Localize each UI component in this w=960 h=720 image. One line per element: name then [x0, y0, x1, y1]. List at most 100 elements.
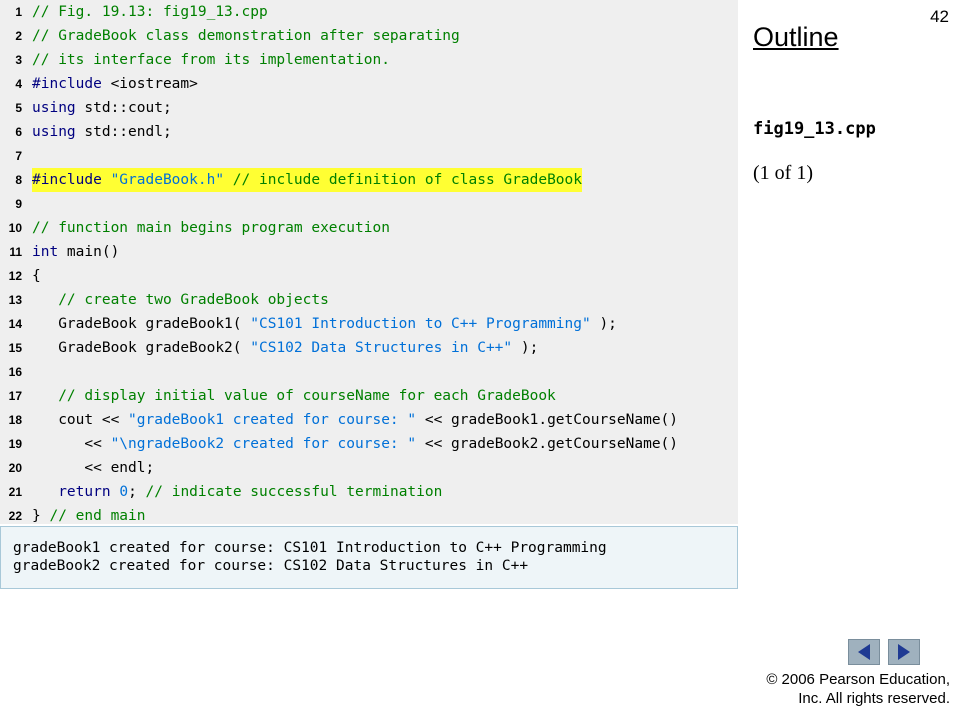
output-line: gradeBook1 created for course: CS101 Int… — [13, 540, 607, 556]
triangle-right-icon — [898, 644, 910, 660]
code-token: << — [32, 436, 111, 452]
code-token: #include — [32, 172, 102, 188]
code-token: // function main begins program executio… — [32, 220, 390, 236]
code-text: { — [32, 264, 41, 288]
code-token: ); — [590, 316, 617, 332]
file-name-label: fig19_13.cpp — [753, 119, 876, 139]
code-token: "GradeBook.h" — [110, 172, 225, 188]
code-token: GradeBook gradeBook2( — [32, 340, 251, 356]
code-token: cout << — [32, 412, 129, 428]
line-number: 13 — [8, 293, 22, 307]
code-token: using — [32, 100, 76, 116]
line-number: 1 — [15, 5, 22, 19]
line-number: 22 — [8, 509, 22, 523]
code-line: 6 using std::endl; — [0, 120, 738, 144]
code-token: #include — [32, 76, 102, 92]
line-number: 15 — [8, 341, 22, 355]
code-line: 10 // function main begins program execut… — [0, 216, 738, 240]
code-token: 0 — [119, 484, 129, 500]
code-line: 15 GradeBook gradeBook2( "CS102 Data Str… — [0, 336, 738, 360]
code-listing: 1 // Fig. 19.13: fig19_13.cpp 2 // GradeBoo… — [0, 0, 738, 524]
line-number: 14 — [8, 317, 22, 331]
previous-slide-button[interactable] — [848, 639, 880, 665]
code-text: // create two GradeBook objects — [32, 288, 329, 312]
code-token: std::cout; — [75, 100, 172, 116]
page-number: 42 — [930, 7, 949, 26]
code-token: { — [32, 268, 41, 284]
line-number: 9 — [15, 197, 22, 211]
code-text: cout << "gradeBook1 created for course: … — [32, 408, 678, 432]
code-text: GradeBook gradeBook1( "CS101 Introductio… — [32, 312, 617, 336]
code-token: << gradeBook1.getCourseName() — [416, 412, 679, 428]
line-number: 21 — [8, 485, 22, 499]
code-token: <iostream> — [101, 76, 198, 92]
code-token: // Fig. 19.13: fig19_13.cpp — [32, 4, 268, 20]
code-line: 4 #include <iostream> — [0, 72, 738, 96]
line-number: 18 — [8, 413, 22, 427]
next-slide-button[interactable] — [888, 639, 920, 665]
code-line: 20 << endl; — [0, 456, 738, 480]
line-number: 5 — [15, 101, 22, 115]
code-token: int — [32, 244, 59, 260]
output-line: gradeBook2 created for course: CS102 Dat… — [13, 558, 529, 574]
code-text: } // end main — [32, 504, 146, 528]
code-text: // display initial value of courseName f… — [32, 384, 556, 408]
program-output: gradeBook1 created for course: CS101 Int… — [0, 526, 738, 589]
copyright-line: © 2006 Pearson Education, — [766, 671, 950, 688]
code-token: ); — [512, 340, 539, 356]
code-token: << gradeBook2.getCourseName() — [416, 436, 679, 452]
copyright-line: Inc. All rights reserved. — [798, 690, 950, 707]
code-token: "gradeBook1 created for course: " — [128, 412, 417, 428]
outline-title[interactable]: Outline — [753, 22, 839, 53]
line-number: 2 — [15, 29, 22, 43]
code-token: // create two GradeBook objects — [32, 292, 329, 308]
highlighted-code-text: #include "GradeBook.h" // include defini… — [32, 168, 582, 192]
code-line: 22} // end main — [0, 504, 738, 528]
code-line: 5 using std::cout; — [0, 96, 738, 120]
code-token: // include definition of class GradeBook — [224, 172, 582, 188]
code-line: 2 // GradeBook class demonstration after … — [0, 24, 738, 48]
code-token: "CS101 Introduction to C++ Programming" — [250, 316, 591, 332]
line-number: 12 — [8, 269, 22, 283]
code-text: << endl; — [32, 456, 154, 480]
code-line: 8 #include "GradeBook.h" // include defin… — [0, 168, 738, 192]
code-line: 9 — [0, 192, 738, 216]
page-indicator: (1 of 1) — [753, 162, 813, 184]
code-text: GradeBook gradeBook2( "CS102 Data Struct… — [32, 336, 538, 360]
code-token: ; — [128, 484, 146, 500]
code-token: // end main — [49, 508, 146, 524]
line-number: 3 — [15, 53, 22, 67]
code-token: // GradeBook class demonstration after s… — [32, 28, 460, 44]
code-line: 18 cout << "gradeBook1 created for cours… — [0, 408, 738, 432]
code-token: main() — [58, 244, 120, 260]
code-line: 19 << "\ngradeBook2 created for course: … — [0, 432, 738, 456]
code-token: "\ngradeBook2 created for course: " — [110, 436, 417, 452]
triangle-left-icon — [858, 644, 870, 660]
code-token: GradeBook gradeBook1( — [32, 316, 251, 332]
code-line: 3 // its interface from its implementatio… — [0, 48, 738, 72]
code-line: 12 { — [0, 264, 738, 288]
code-line: 1 // Fig. 19.13: fig19_13.cpp — [0, 0, 738, 24]
line-number: 17 — [8, 389, 22, 403]
code-line: 7 — [0, 144, 738, 168]
code-line: 17 // display initial value of courseNam… — [0, 384, 738, 408]
code-line: 13 // create two GradeBook objects — [0, 288, 738, 312]
code-text: // function main begins program executio… — [32, 216, 390, 240]
code-token: using — [32, 124, 76, 140]
code-token: // its interface from its implementation… — [32, 52, 390, 68]
code-text: // its interface from its implementation… — [32, 48, 390, 72]
code-text: << "\ngradeBook2 created for course: " <… — [32, 432, 678, 456]
line-number: 16 — [8, 365, 22, 379]
code-line: 11 int main() — [0, 240, 738, 264]
code-token: "CS102 Data Structures in C++" — [250, 340, 513, 356]
code-token: } — [32, 508, 50, 524]
code-line: 16 — [0, 360, 738, 384]
code-text: // Fig. 19.13: fig19_13.cpp — [32, 0, 268, 24]
line-number: 4 — [15, 77, 22, 91]
line-number: 6 — [15, 125, 22, 139]
code-text: #include <iostream> — [32, 72, 198, 96]
code-line: 14 GradeBook gradeBook1( "CS101 Introduc… — [0, 312, 738, 336]
code-token: // display initial value of courseName f… — [32, 388, 556, 404]
code-line: 21 return 0; // indicate successful term… — [0, 480, 738, 504]
